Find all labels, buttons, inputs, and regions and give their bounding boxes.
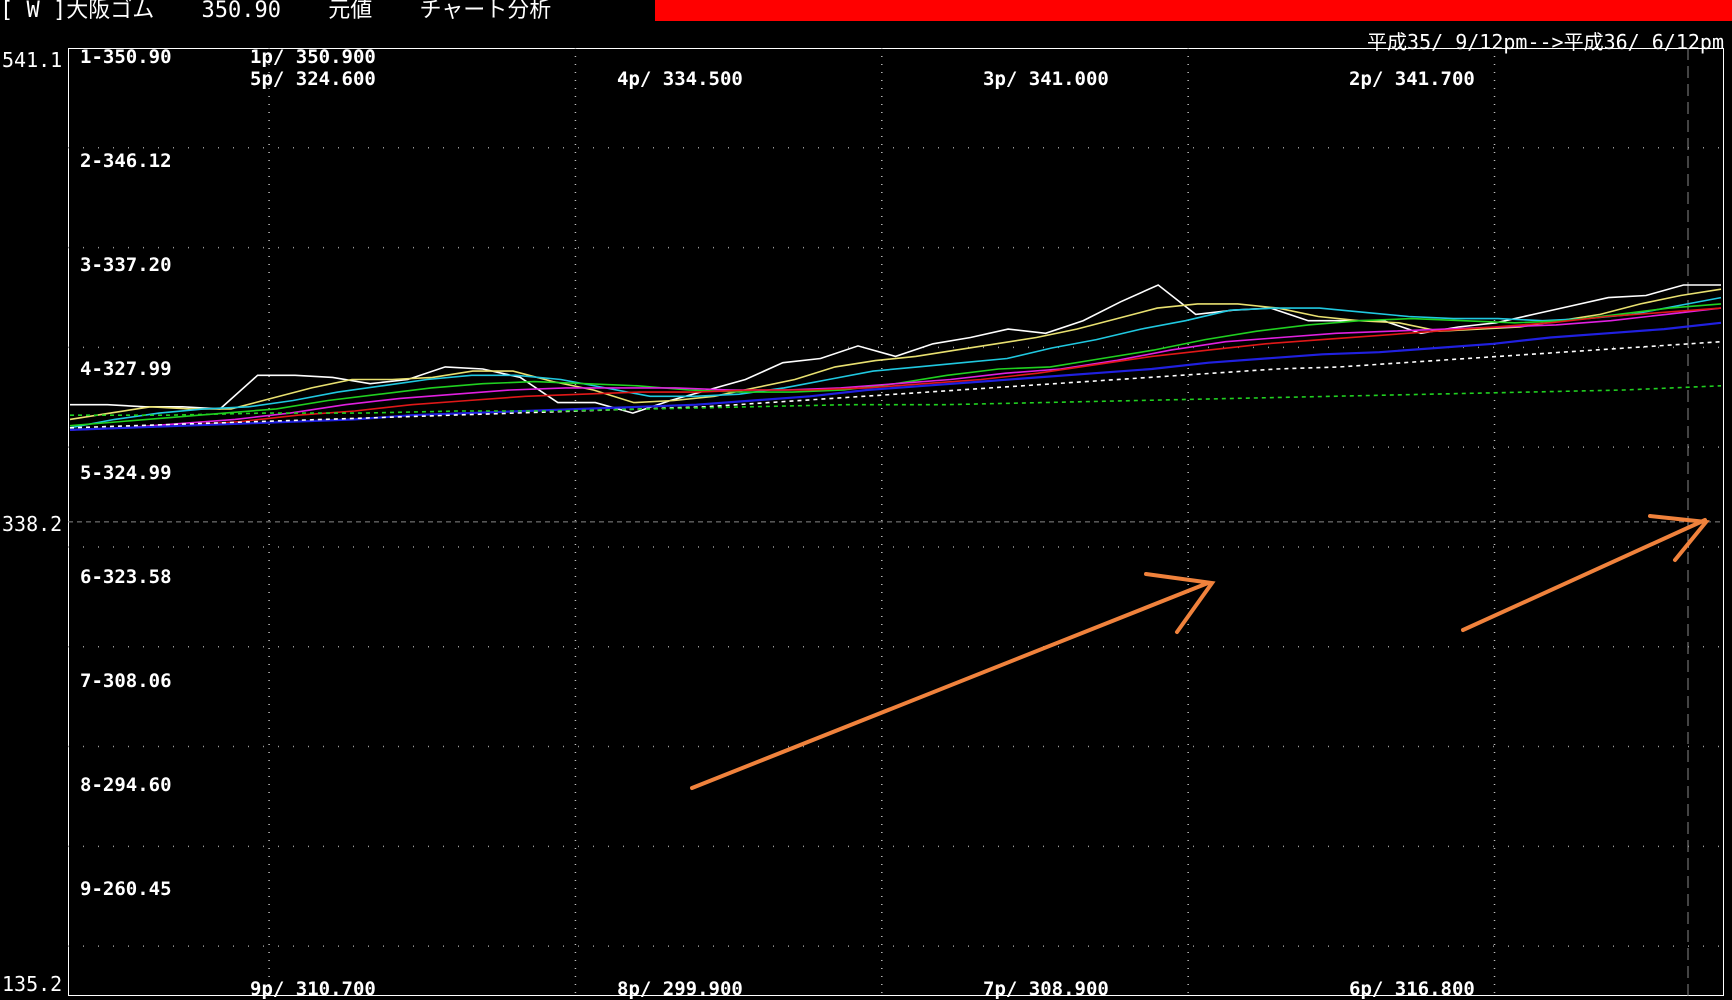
series-line	[69, 303, 1722, 427]
level-label: 1-350.90	[80, 46, 172, 68]
trend-arrow	[690, 581, 1210, 790]
level-label: 5-324.99	[80, 462, 172, 484]
trend-arrow	[1461, 518, 1707, 632]
level-label: 8-294.60	[80, 774, 172, 796]
level-label: 6-323.58	[80, 566, 172, 588]
level-label: 4-327.99	[80, 358, 172, 380]
month-label-bottom: 6p/ 316.800	[1349, 978, 1475, 1000]
month-label-top: 2p/ 341.700	[1349, 68, 1475, 90]
month-label-bottom: 7p/ 308.900	[983, 978, 1109, 1000]
price-chart[interactable]: 1-350.90 2-346.12 3-337.20 4-327.99 5-324.99…	[0, 0, 1732, 1000]
series-line	[69, 340, 1722, 429]
level-label: 7-308.06	[80, 670, 172, 692]
series-line	[69, 288, 1722, 421]
month-label-top: 5p/ 324.600	[250, 68, 376, 90]
level-label: 9-260.45	[80, 878, 172, 900]
month-label-top: 3p/ 341.000	[983, 68, 1109, 90]
series-line	[70, 385, 1722, 417]
month-label-bottom: 8p/ 299.900	[617, 978, 743, 1000]
month-label-top: 4p/ 334.500	[617, 68, 743, 90]
level-label: 2-346.12	[80, 150, 172, 172]
level-label: 3-337.20	[80, 254, 172, 276]
month-label-bottom: 9p/ 310.700	[250, 978, 376, 1000]
arrow-head	[1648, 514, 1710, 562]
month-label-top: 1p/ 350.900	[250, 46, 376, 68]
